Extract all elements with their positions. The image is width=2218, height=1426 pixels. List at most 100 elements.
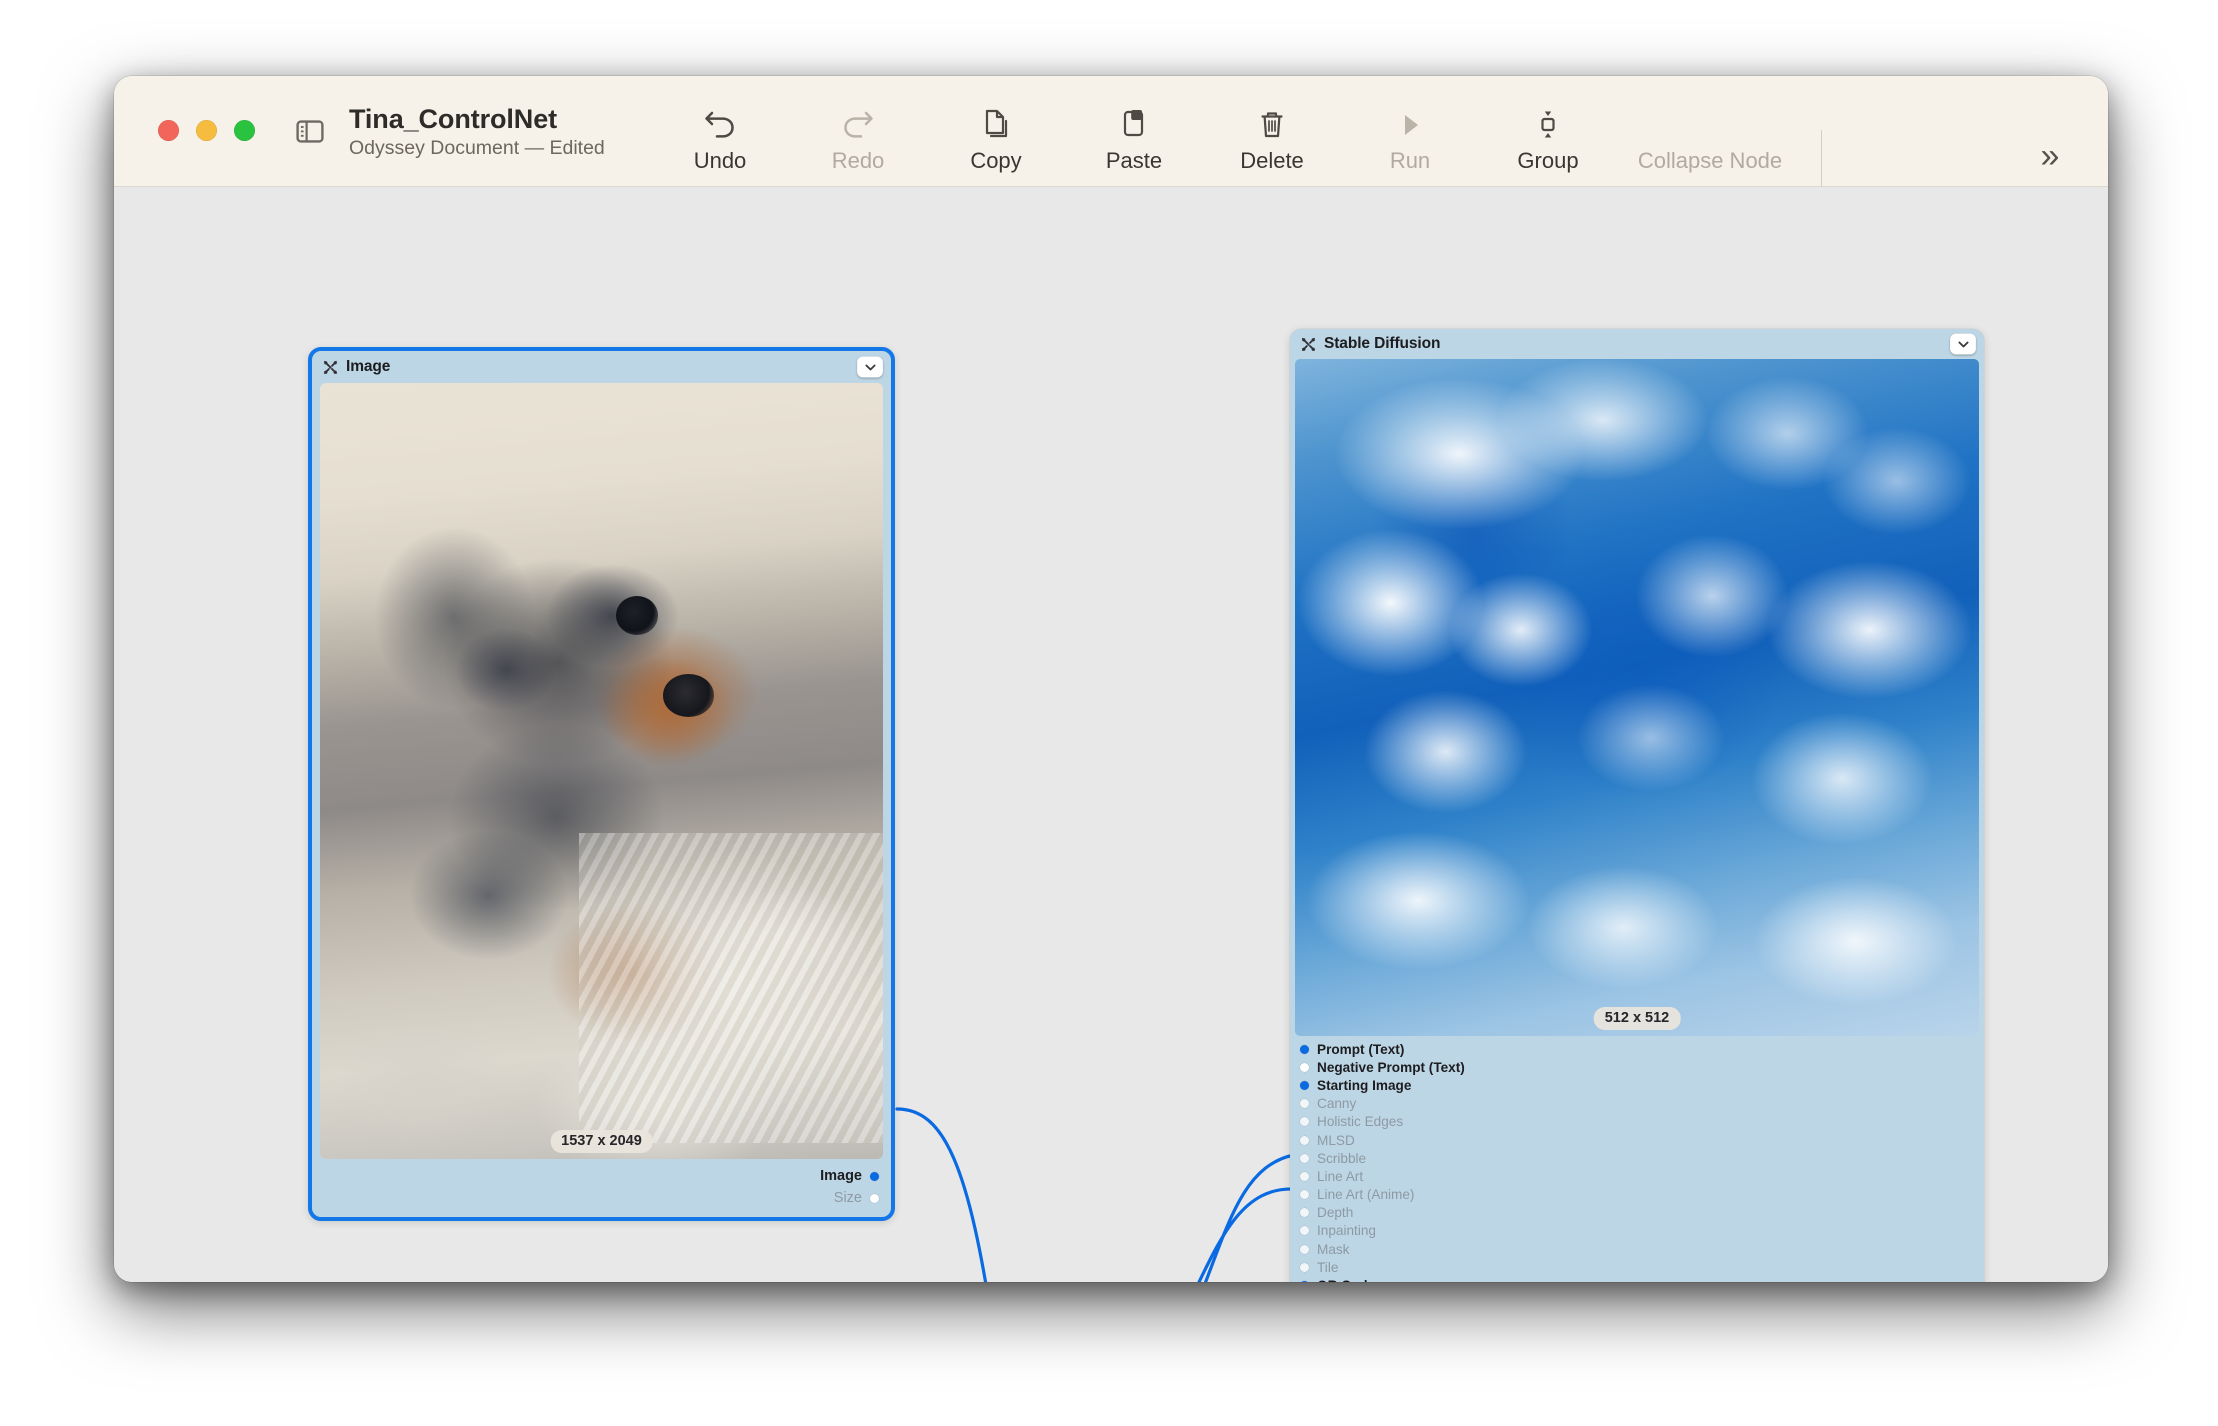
document-subtitle: Odyssey Document — Edited bbox=[349, 137, 605, 160]
image-node-output-ports: Image Size bbox=[312, 1159, 891, 1211]
port-negative-prompt-text-label: Negative Prompt (Text) bbox=[1317, 1059, 1465, 1075]
port-mlsd-label: MLSD bbox=[1317, 1132, 1355, 1148]
group-label: Group bbox=[1517, 148, 1579, 173]
port-holistic-edges[interactable]: Holistic Edges bbox=[1300, 1113, 1974, 1131]
port-starting-image[interactable]: Starting Image bbox=[1300, 1076, 1974, 1094]
port-line-art-anime-dot[interactable] bbox=[1300, 1190, 1309, 1200]
delete-label: Delete bbox=[1240, 148, 1304, 173]
toolbar-overflow-button[interactable]: » bbox=[2024, 132, 2076, 180]
port-prompt-text-label: Prompt (Text) bbox=[1317, 1041, 1405, 1057]
port-depth[interactable]: Depth bbox=[1300, 1204, 1974, 1222]
port-scribble-dot[interactable] bbox=[1300, 1153, 1309, 1163]
copy-label: Copy bbox=[970, 148, 1022, 173]
sd-dimensions-badge: 512 x 512 bbox=[1593, 1007, 1681, 1030]
port-prompt-text-dot[interactable] bbox=[1300, 1044, 1309, 1054]
port-mlsd-dot[interactable] bbox=[1300, 1135, 1309, 1145]
port-scribble[interactable]: Scribble bbox=[1300, 1149, 1974, 1167]
paste-button[interactable]: Paste bbox=[1065, 102, 1203, 182]
node-sd-header[interactable]: Stable Diffusion bbox=[1290, 329, 1984, 359]
port-inpainting-dot[interactable] bbox=[1300, 1226, 1309, 1236]
toolbar-divider bbox=[1821, 130, 1822, 192]
port-qr-code[interactable]: QR Code bbox=[1300, 1276, 1974, 1282]
sd-node-preview[interactable]: 512 x 512 bbox=[1295, 359, 1979, 1036]
group-button[interactable]: Group bbox=[1479, 102, 1617, 182]
paste-label: Paste bbox=[1105, 148, 1163, 173]
document-title: Tina_ControlNet bbox=[349, 104, 558, 134]
clouds-image bbox=[1295, 359, 1979, 1036]
port-image-out-dot[interactable] bbox=[870, 1171, 879, 1181]
port-line-art-label: Line Art bbox=[1317, 1168, 1364, 1184]
window-titlebar: Tina_ControlNet Odyssey Document — Edite… bbox=[114, 76, 2108, 192]
port-size-out-label: Size bbox=[833, 1190, 862, 1206]
redo-button[interactable]: Redo bbox=[789, 102, 927, 182]
port-canny-label: Canny bbox=[1317, 1096, 1357, 1112]
port-tile-dot[interactable] bbox=[1300, 1262, 1309, 1272]
image-node-preview[interactable]: 1537 x 2049 bbox=[320, 383, 883, 1159]
port-qr-code-dot[interactable] bbox=[1300, 1281, 1309, 1282]
trash-icon bbox=[1257, 104, 1287, 146]
close-button[interactable] bbox=[158, 120, 179, 141]
puppy-muzzle bbox=[567, 623, 760, 795]
port-qr-code-label: QR Code bbox=[1317, 1278, 1375, 1282]
node-stable-diffusion[interactable]: Stable Diffusion 512 x 512 Prompt (Text) bbox=[1290, 329, 1984, 1282]
delete-button[interactable]: Delete bbox=[1203, 102, 1341, 182]
minimize-button[interactable] bbox=[196, 120, 217, 141]
port-line-art[interactable]: Line Art bbox=[1300, 1167, 1974, 1185]
undo-label: Undo bbox=[693, 148, 747, 173]
port-mask-label: Mask bbox=[1317, 1241, 1350, 1257]
undo-arrow-icon bbox=[703, 104, 737, 146]
port-mlsd[interactable]: MLSD bbox=[1300, 1131, 1974, 1149]
node-sd-disclosure-chevron-down-icon[interactable] bbox=[1950, 333, 1976, 355]
node-image-header[interactable]: Image bbox=[312, 351, 891, 383]
node-image-disclosure-chevron-down-icon[interactable] bbox=[857, 356, 883, 378]
port-line-art-dot[interactable] bbox=[1300, 1171, 1309, 1181]
port-mask-dot[interactable] bbox=[1300, 1244, 1309, 1254]
port-size-out[interactable]: Size bbox=[324, 1187, 879, 1209]
node-graph-canvas[interactable]: Image 1537 x 2049 Image Size Stable Diff… bbox=[114, 187, 2108, 1282]
port-line-art-anime[interactable]: Line Art (Anime) bbox=[1300, 1186, 1974, 1204]
port-tile[interactable]: Tile bbox=[1300, 1258, 1974, 1276]
port-tile-label: Tile bbox=[1317, 1259, 1339, 1275]
collapse-node-button[interactable]: Collapse Node bbox=[1617, 102, 1803, 182]
traffic-light-buttons bbox=[158, 120, 255, 141]
port-depth-dot[interactable] bbox=[1300, 1208, 1309, 1218]
play-triangle-icon bbox=[1396, 104, 1424, 146]
port-prompt-text[interactable]: Prompt (Text) bbox=[1300, 1040, 1974, 1058]
puppy-nose bbox=[663, 674, 715, 717]
puppy-eye bbox=[615, 596, 658, 636]
zoom-button[interactable] bbox=[234, 120, 255, 141]
run-button[interactable]: Run bbox=[1341, 102, 1479, 182]
port-starting-image-label: Starting Image bbox=[1317, 1077, 1412, 1093]
port-line-art-anime-label: Line Art (Anime) bbox=[1317, 1187, 1415, 1203]
port-negative-prompt-text[interactable]: Negative Prompt (Text) bbox=[1300, 1058, 1974, 1076]
port-starting-image-dot[interactable] bbox=[1300, 1080, 1309, 1090]
collapse-node-label: Collapse Node bbox=[1637, 148, 1783, 173]
image-dimensions-badge: 1537 x 2049 bbox=[550, 1130, 653, 1153]
sidebar-toggle-icon[interactable] bbox=[293, 114, 327, 148]
port-canny-dot[interactable] bbox=[1300, 1099, 1309, 1109]
port-image-out-label: Image bbox=[820, 1168, 862, 1184]
port-canny[interactable]: Canny bbox=[1300, 1095, 1974, 1113]
app-window: Tina_ControlNet Odyssey Document — Edite… bbox=[114, 76, 2108, 1282]
undo-button[interactable]: Undo bbox=[651, 102, 789, 182]
desktop-backdrop: Tina_ControlNet Odyssey Document — Edite… bbox=[0, 0, 2218, 1426]
port-holistic-edges-dot[interactable] bbox=[1300, 1117, 1309, 1127]
knit-blanket bbox=[578, 833, 883, 1144]
node-image-title: Image bbox=[346, 358, 391, 375]
port-mask[interactable]: Mask bbox=[1300, 1240, 1974, 1258]
port-holistic-edges-label: Holistic Edges bbox=[1317, 1114, 1404, 1130]
copy-pages-icon bbox=[980, 104, 1012, 146]
collapse-node-icon bbox=[1695, 104, 1725, 146]
run-label: Run bbox=[1389, 148, 1431, 173]
port-scribble-label: Scribble bbox=[1317, 1150, 1367, 1166]
copy-button[interactable]: Copy bbox=[927, 102, 1065, 182]
port-depth-label: Depth bbox=[1317, 1205, 1354, 1221]
port-size-out-dot[interactable] bbox=[870, 1193, 879, 1203]
port-negative-prompt-text-dot[interactable] bbox=[1300, 1062, 1309, 1072]
port-image-out[interactable]: Image bbox=[324, 1165, 879, 1187]
port-inpainting[interactable]: Inpainting bbox=[1300, 1222, 1974, 1240]
node-tools-icon bbox=[322, 359, 339, 376]
node-image[interactable]: Image 1537 x 2049 Image Size bbox=[308, 347, 895, 1221]
port-inpainting-label: Inpainting bbox=[1317, 1223, 1376, 1239]
redo-arrow-icon bbox=[841, 104, 875, 146]
